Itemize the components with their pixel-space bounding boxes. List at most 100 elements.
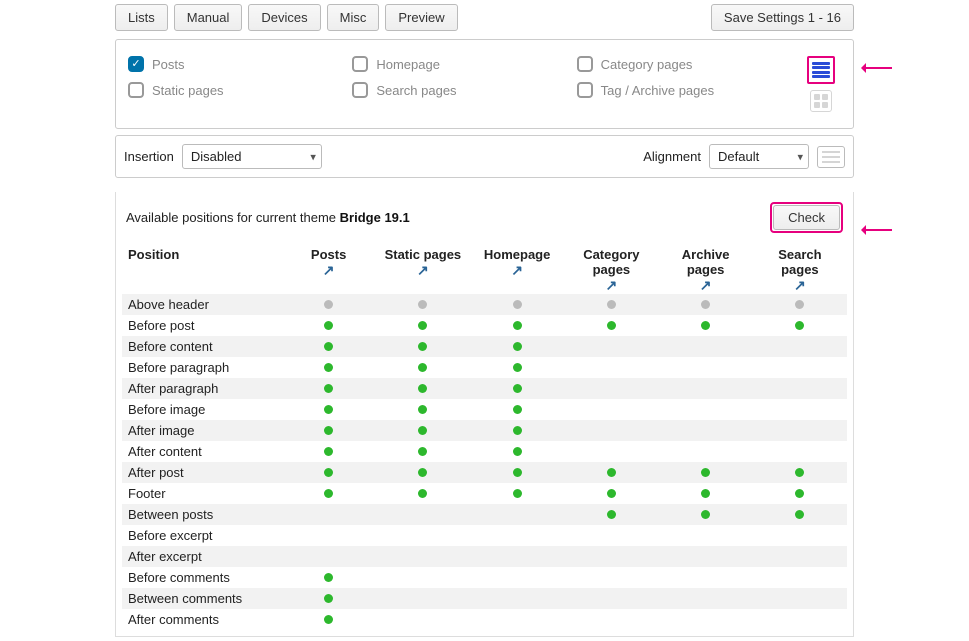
status-dot <box>324 468 333 477</box>
status-cell <box>470 378 564 399</box>
status-cell <box>564 357 658 378</box>
table-row: After image <box>122 420 847 441</box>
table-row: Before image <box>122 399 847 420</box>
position-cell: Before comments <box>122 567 282 588</box>
status-dot <box>418 489 427 498</box>
status-cell <box>282 525 376 546</box>
preview-button[interactable]: Preview <box>385 4 457 31</box>
table-row: Footer <box>122 483 847 504</box>
status-dot <box>324 447 333 456</box>
table-row: Between comments <box>122 588 847 609</box>
checkbox-category-pages[interactable]: Category pages <box>577 56 801 72</box>
status-cell <box>376 441 470 462</box>
status-dot <box>324 426 333 435</box>
status-dot <box>701 300 710 309</box>
external-link-icon[interactable]: ↗ <box>511 262 523 278</box>
status-dot <box>418 321 427 330</box>
table-row: Between posts <box>122 504 847 525</box>
table-row: Before excerpt <box>122 525 847 546</box>
status-dot <box>418 384 427 393</box>
status-dot <box>418 468 427 477</box>
status-cell <box>282 336 376 357</box>
status-cell <box>659 609 753 630</box>
external-link-icon[interactable]: ↗ <box>794 277 806 293</box>
position-cell: After image <box>122 420 282 441</box>
status-cell <box>564 483 658 504</box>
insertion-select[interactable]: Disabled <box>182 144 322 169</box>
status-dot <box>701 489 710 498</box>
table-row: After paragraph <box>122 378 847 399</box>
status-cell <box>282 504 376 525</box>
status-cell <box>659 420 753 441</box>
positions-table: PositionPosts↗Static pages↗Homepage↗Cate… <box>122 243 847 630</box>
status-dot <box>795 489 804 498</box>
lists-button[interactable]: Lists <box>115 4 168 31</box>
alignment-select[interactable]: Default <box>709 144 809 169</box>
status-cell <box>564 546 658 567</box>
status-cell <box>282 441 376 462</box>
table-row: Before post <box>122 315 847 336</box>
position-cell: Before image <box>122 399 282 420</box>
external-link-icon[interactable]: ↗ <box>417 262 429 278</box>
table-row: After post <box>122 462 847 483</box>
table-row: Before paragraph <box>122 357 847 378</box>
status-cell <box>282 483 376 504</box>
status-cell <box>470 525 564 546</box>
status-cell <box>753 462 847 483</box>
status-cell <box>376 336 470 357</box>
grid-view-icon[interactable] <box>810 90 832 112</box>
keyboard-icon[interactable] <box>817 146 845 168</box>
external-link-icon[interactable]: ↗ <box>700 277 712 293</box>
status-cell <box>470 399 564 420</box>
status-dot <box>795 300 804 309</box>
status-cell <box>753 420 847 441</box>
status-dot <box>324 321 333 330</box>
status-cell <box>376 294 470 315</box>
status-dot <box>324 594 333 603</box>
misc-button[interactable]: Misc <box>327 4 380 31</box>
devices-button[interactable]: Devices <box>248 4 320 31</box>
status-cell <box>470 357 564 378</box>
checkbox-static-pages[interactable]: Static pages <box>128 82 352 98</box>
status-cell <box>753 483 847 504</box>
status-cell <box>470 567 564 588</box>
status-cell <box>753 378 847 399</box>
position-cell: After post <box>122 462 282 483</box>
status-dot <box>513 468 522 477</box>
status-cell <box>753 294 847 315</box>
status-cell <box>376 462 470 483</box>
list-view-icon[interactable] <box>807 56 835 84</box>
available-positions-text: Available positions for current theme Br… <box>126 210 410 225</box>
status-cell <box>376 588 470 609</box>
external-link-icon[interactable]: ↗ <box>606 277 618 293</box>
status-cell <box>659 378 753 399</box>
status-cell <box>753 441 847 462</box>
column-header: Homepage↗ <box>470 243 564 294</box>
column-header: Posts↗ <box>282 243 376 294</box>
status-dot <box>513 384 522 393</box>
status-cell <box>753 588 847 609</box>
status-dot <box>701 510 710 519</box>
save-settings-button[interactable]: Save Settings 1 - 16 <box>711 4 854 31</box>
status-dot <box>418 447 427 456</box>
checkbox-posts[interactable]: ✓Posts <box>128 56 352 72</box>
position-cell: Between posts <box>122 504 282 525</box>
manual-button[interactable]: Manual <box>174 4 243 31</box>
checkbox-homepage[interactable]: Homepage <box>352 56 576 72</box>
check-button[interactable]: Check <box>773 205 840 230</box>
status-dot <box>513 321 522 330</box>
status-cell <box>282 315 376 336</box>
status-cell <box>753 315 847 336</box>
table-row: Before content <box>122 336 847 357</box>
checkbox-search-pages[interactable]: Search pages <box>352 82 576 98</box>
status-cell <box>564 588 658 609</box>
status-cell <box>376 357 470 378</box>
status-cell <box>376 420 470 441</box>
position-cell: Above header <box>122 294 282 315</box>
status-dot <box>513 447 522 456</box>
external-link-icon[interactable]: ↗ <box>323 262 335 278</box>
checkbox-tag-archive-pages[interactable]: Tag / Archive pages <box>577 82 801 98</box>
status-cell <box>659 588 753 609</box>
status-cell <box>470 462 564 483</box>
status-cell <box>470 420 564 441</box>
